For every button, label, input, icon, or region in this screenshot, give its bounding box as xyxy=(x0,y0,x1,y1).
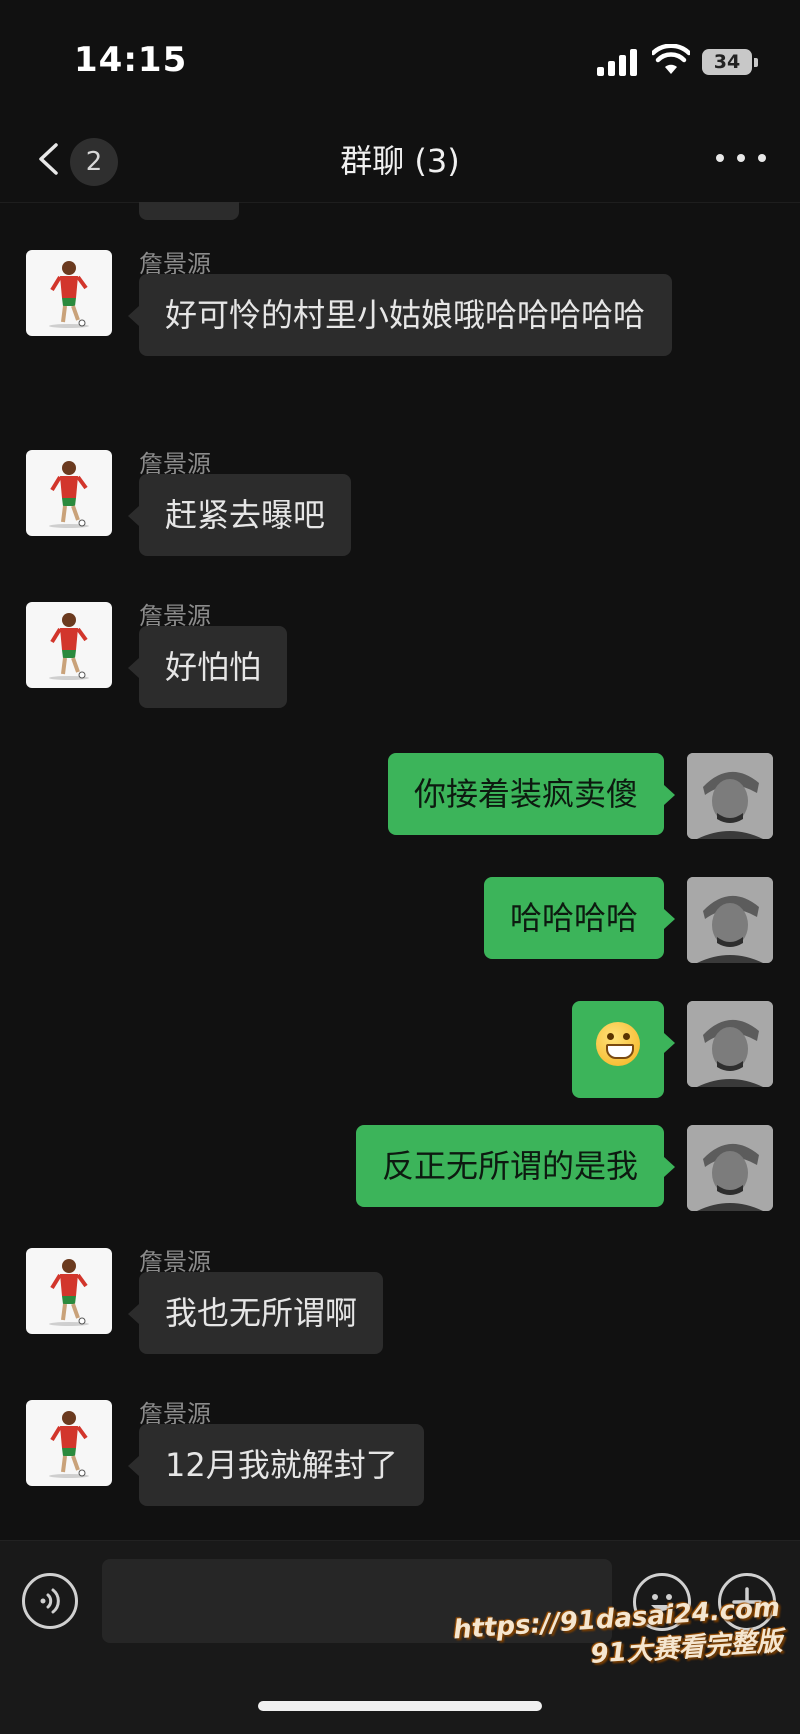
wifi-icon xyxy=(652,44,690,74)
message-bubble[interactable]: 好怕怕 xyxy=(127,626,288,708)
contact-avatar[interactable] xyxy=(26,250,112,336)
my-avatar[interactable] xyxy=(687,1001,773,1087)
soccer-player-icon xyxy=(49,1411,89,1478)
soccer-player-icon xyxy=(49,1259,89,1326)
chat-header: 2 群聊 (3) xyxy=(0,120,800,203)
voice-wave-icon xyxy=(40,1588,60,1614)
message-bubble[interactable]: 反正无所谓的是我 xyxy=(355,1125,676,1207)
contact-avatar[interactable] xyxy=(26,1400,112,1486)
cellular-signal-icon xyxy=(597,48,639,76)
my-avatar[interactable] xyxy=(687,1125,773,1211)
profile-photo-icon xyxy=(687,1125,773,1211)
soccer-player-icon xyxy=(49,461,89,528)
page-title: 群聊 (3) xyxy=(340,142,460,180)
my-avatar[interactable] xyxy=(687,877,773,963)
status-bar: 14:15 34 xyxy=(0,0,800,120)
partial-message-bubble xyxy=(139,202,239,220)
soccer-player-icon xyxy=(49,613,89,680)
contact-avatar[interactable] xyxy=(26,602,112,688)
contact-avatar[interactable] xyxy=(26,1248,112,1334)
message-list[interactable]: 詹景源 好可怜的村里小姑娘哦哈哈哈哈哈 詹景源 赶紧去曝吧 詹景源 好怕怕 你接… xyxy=(0,202,800,1540)
message-bubble[interactable]: 我也无所谓啊 xyxy=(127,1272,384,1354)
grinning-face-icon xyxy=(596,1022,640,1066)
battery-icon: 34 xyxy=(702,49,758,75)
message-bubble[interactable]: 赶紧去曝吧 xyxy=(127,474,352,556)
my-avatar[interactable] xyxy=(687,753,773,839)
dot-icon xyxy=(716,154,724,162)
voice-input-button[interactable] xyxy=(22,1573,78,1629)
profile-photo-icon xyxy=(687,1001,773,1087)
message-bubble[interactable]: 哈哈哈哈 xyxy=(483,877,676,959)
contact-avatar[interactable] xyxy=(26,450,112,536)
message-bubble[interactable]: 12月我就解封了 xyxy=(128,1424,424,1506)
home-indicator[interactable] xyxy=(258,1701,542,1711)
more-options-button[interactable] xyxy=(716,138,766,178)
profile-photo-icon xyxy=(687,877,773,963)
dot-icon xyxy=(758,154,766,162)
dot-icon xyxy=(737,154,745,162)
message-bubble[interactable]: 好可怜的村里小姑娘哦哈哈哈哈哈 xyxy=(128,274,672,356)
status-time: 14:15 xyxy=(74,40,188,80)
soccer-player-icon xyxy=(49,261,89,328)
message-bubble[interactable]: 你接着装疯卖傻 xyxy=(387,753,676,835)
message-bubble[interactable] xyxy=(572,1001,675,1098)
profile-photo-icon xyxy=(687,753,773,839)
